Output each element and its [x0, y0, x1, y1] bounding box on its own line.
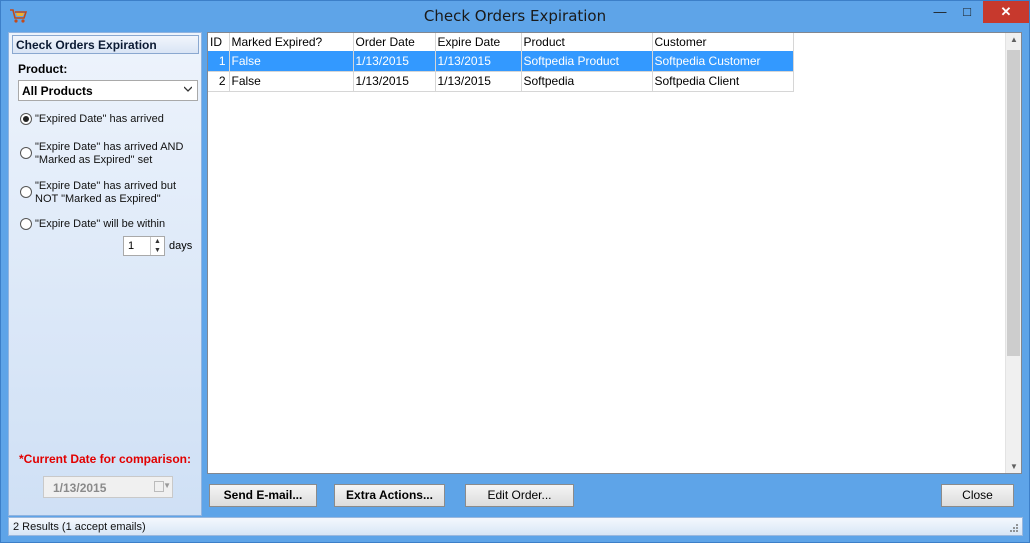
cell-expire-date: 1/13/2015 — [435, 71, 522, 92]
current-date-field: 1/13/2015 ▼ — [43, 476, 173, 498]
cell-product: Softpedia Product — [521, 51, 653, 72]
cell-customer: Softpedia Customer — [652, 51, 794, 72]
close-button[interactable]: Close — [941, 484, 1014, 507]
resize-grip-icon[interactable] — [1009, 523, 1019, 533]
orders-grid[interactable]: ID Marked Expired? Order Date Expire Dat… — [207, 32, 1022, 474]
scroll-thumb[interactable] — [1007, 50, 1020, 356]
maximize-button[interactable]: □ — [952, 1, 982, 23]
cell-order-date: 1/13/2015 — [353, 51, 436, 72]
scroll-up-icon[interactable]: ▲ — [1010, 35, 1018, 44]
table-row[interactable]: 2 False 1/13/2015 1/13/2015 Softpedia So… — [208, 71, 794, 92]
panel-header: Check Orders Expiration — [12, 35, 199, 54]
radio-label-line1: "Expire Date" will be within — [35, 218, 166, 230]
radio-label-line2: NOT "Marked as Expired" — [35, 193, 161, 205]
current-date-value: 1/13/2015 — [53, 481, 107, 495]
days-label: days — [169, 240, 193, 252]
cell-customer: Softpedia Client — [652, 71, 794, 92]
close-window-button[interactable]: ✕ — [983, 1, 1029, 23]
status-bar: 2 Results (1 accept emails) — [8, 517, 1023, 536]
table-header-row: ID Marked Expired? Order Date Expire Dat… — [208, 33, 794, 51]
radio-button[interactable] — [20, 218, 32, 230]
stepper-up-icon[interactable]: ▲ — [151, 237, 164, 246]
app-window: Check Orders Expiration — □ ✕ Check Orde… — [0, 0, 1030, 543]
radio-label-line2: "Marked as Expired" set — [35, 154, 153, 166]
col-header-expire-date[interactable]: Expire Date — [435, 33, 522, 51]
current-date-label: *Current Date for comparison: — [18, 452, 192, 466]
col-header-customer[interactable]: Customer — [652, 33, 794, 51]
stepper-down-icon[interactable]: ▼ — [151, 246, 164, 255]
cell-id: 1 — [208, 51, 230, 72]
cell-order-date: 1/13/2015 — [353, 71, 436, 92]
scroll-down-icon[interactable]: ▼ — [1010, 462, 1018, 471]
orders-table: ID Marked Expired? Order Date Expire Dat… — [208, 33, 794, 92]
cell-marked-expired: False — [229, 71, 354, 92]
table-row[interactable]: 1 False 1/13/2015 1/13/2015 Softpedia Pr… — [208, 51, 794, 72]
vertical-scrollbar[interactable]: ▲ ▼ — [1005, 33, 1021, 473]
chevron-down-icon: ▼ — [163, 481, 171, 490]
col-header-id[interactable]: ID — [208, 33, 230, 51]
days-stepper[interactable]: 1 ▲ ▼ — [123, 236, 165, 256]
edit-order-button[interactable]: Edit Order... — [465, 484, 574, 507]
radio-button[interactable] — [20, 186, 32, 198]
status-text: 2 Results (1 accept emails) — [13, 521, 146, 533]
chevron-down-icon — [184, 86, 192, 92]
col-header-marked-expired[interactable]: Marked Expired? — [229, 33, 354, 51]
cell-id: 2 — [208, 71, 230, 92]
cell-product: Softpedia — [521, 71, 653, 92]
radio-button[interactable] — [20, 113, 32, 125]
send-email-button[interactable]: Send E-mail... — [209, 484, 317, 507]
window-title: Check Orders Expiration — [423, 7, 607, 25]
product-select-value: All Products — [22, 84, 93, 98]
extra-actions-button[interactable]: Extra Actions... — [334, 484, 445, 507]
radio-label-line1: "Expire Date" has arrived AND — [35, 141, 184, 153]
cell-expire-date: 1/13/2015 — [435, 51, 522, 72]
cell-marked-expired: False — [229, 51, 354, 72]
title-bar[interactable]: Check Orders Expiration — □ ✕ — [1, 1, 1029, 32]
radio-button[interactable] — [20, 147, 32, 159]
radio-label-line1: "Expire Date" has arrived but — [35, 180, 177, 192]
col-header-order-date[interactable]: Order Date — [353, 33, 436, 51]
minimize-button[interactable]: — — [925, 1, 955, 23]
product-select[interactable]: All Products — [18, 80, 198, 101]
filter-panel: Check Orders Expiration Product: All Pro… — [8, 32, 202, 516]
col-header-product[interactable]: Product — [521, 33, 653, 51]
days-value: 1 — [128, 240, 135, 252]
radio-label-line1: "Expired Date" has arrived — [35, 113, 164, 125]
product-label: Product: — [18, 62, 68, 76]
